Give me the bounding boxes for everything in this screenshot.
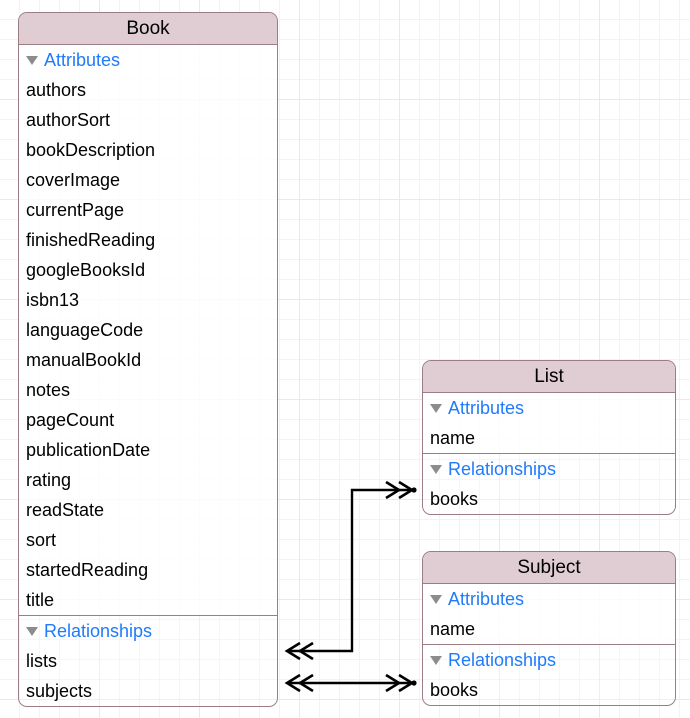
relationships-section-label: Relationships: [448, 459, 557, 479]
attribute-row[interactable]: isbn13: [19, 285, 277, 315]
entity-subject-relationships-section: Relationships books: [423, 644, 675, 705]
attributes-section-label: Attributes: [448, 398, 525, 418]
attribute-row[interactable]: coverImage: [19, 165, 277, 195]
attribute-row[interactable]: readState: [19, 495, 277, 525]
attribute-row[interactable]: publicationDate: [19, 435, 277, 465]
attribute-row[interactable]: pageCount: [19, 405, 277, 435]
chevron-down-icon[interactable]: [430, 655, 442, 665]
entity-subject-attributes-section: Attributes name: [423, 584, 675, 644]
relationship-row[interactable]: books: [423, 484, 675, 514]
attribute-row[interactable]: authorSort: [19, 105, 277, 135]
attribute-row[interactable]: languageCode: [19, 315, 277, 345]
relationships-section-header[interactable]: Relationships: [19, 616, 277, 646]
relationship-row[interactable]: subjects: [19, 676, 277, 706]
attributes-section-header[interactable]: Attributes: [423, 393, 675, 423]
attributes-section-label: Attributes: [44, 50, 121, 70]
attribute-row[interactable]: authors: [19, 75, 277, 105]
chevron-down-icon[interactable]: [430, 403, 442, 413]
chevron-down-icon[interactable]: [430, 594, 442, 604]
connector-book-subjects-subject-books[interactable]: [284, 673, 417, 693]
attribute-row[interactable]: sort: [19, 525, 277, 555]
attribute-row[interactable]: googleBooksId: [19, 255, 277, 285]
attributes-section-header[interactable]: Attributes: [423, 584, 675, 614]
connector-book-lists-list-books[interactable]: [284, 480, 417, 661]
chevron-down-icon[interactable]: [26, 626, 38, 636]
entity-book[interactable]: Book Attributes authors authorSort bookD…: [18, 12, 278, 707]
relationships-section-header[interactable]: Relationships: [423, 454, 675, 484]
relationships-section-label: Relationships: [448, 650, 557, 670]
attributes-section-label: Attributes: [448, 589, 525, 609]
attribute-row[interactable]: startedReading: [19, 555, 277, 585]
attribute-row[interactable]: currentPage: [19, 195, 277, 225]
entity-list-relationships-section: Relationships books: [423, 453, 675, 514]
entity-list[interactable]: List Attributes name Relationships books: [422, 360, 676, 515]
attribute-row[interactable]: name: [423, 614, 675, 644]
entity-list-attributes-section: Attributes name: [423, 393, 675, 453]
entity-subject-title: Subject: [423, 552, 675, 584]
chevron-down-icon[interactable]: [26, 55, 38, 65]
relationship-row[interactable]: books: [423, 675, 675, 705]
entity-book-relationships-section: Relationships lists subjects: [19, 615, 277, 706]
relationships-section-header[interactable]: Relationships: [423, 645, 675, 675]
entity-book-attributes-section: Attributes authors authorSort bookDescri…: [19, 45, 277, 615]
attribute-row[interactable]: rating: [19, 465, 277, 495]
relationships-section-label: Relationships: [44, 621, 153, 641]
attributes-section-header[interactable]: Attributes: [19, 45, 277, 75]
attribute-row[interactable]: title: [19, 585, 277, 615]
attribute-row[interactable]: bookDescription: [19, 135, 277, 165]
attribute-row[interactable]: name: [423, 423, 675, 453]
relationship-row[interactable]: lists: [19, 646, 277, 676]
model-editor-canvas[interactable]: Book Attributes authors authorSort bookD…: [0, 0, 690, 718]
chevron-down-icon[interactable]: [430, 464, 442, 474]
attribute-row[interactable]: manualBookId: [19, 345, 277, 375]
attribute-row[interactable]: finishedReading: [19, 225, 277, 255]
entity-subject[interactable]: Subject Attributes name Relationships bo…: [422, 551, 676, 706]
attribute-row[interactable]: notes: [19, 375, 277, 405]
entity-list-title: List: [423, 361, 675, 393]
entity-book-title: Book: [19, 13, 277, 45]
